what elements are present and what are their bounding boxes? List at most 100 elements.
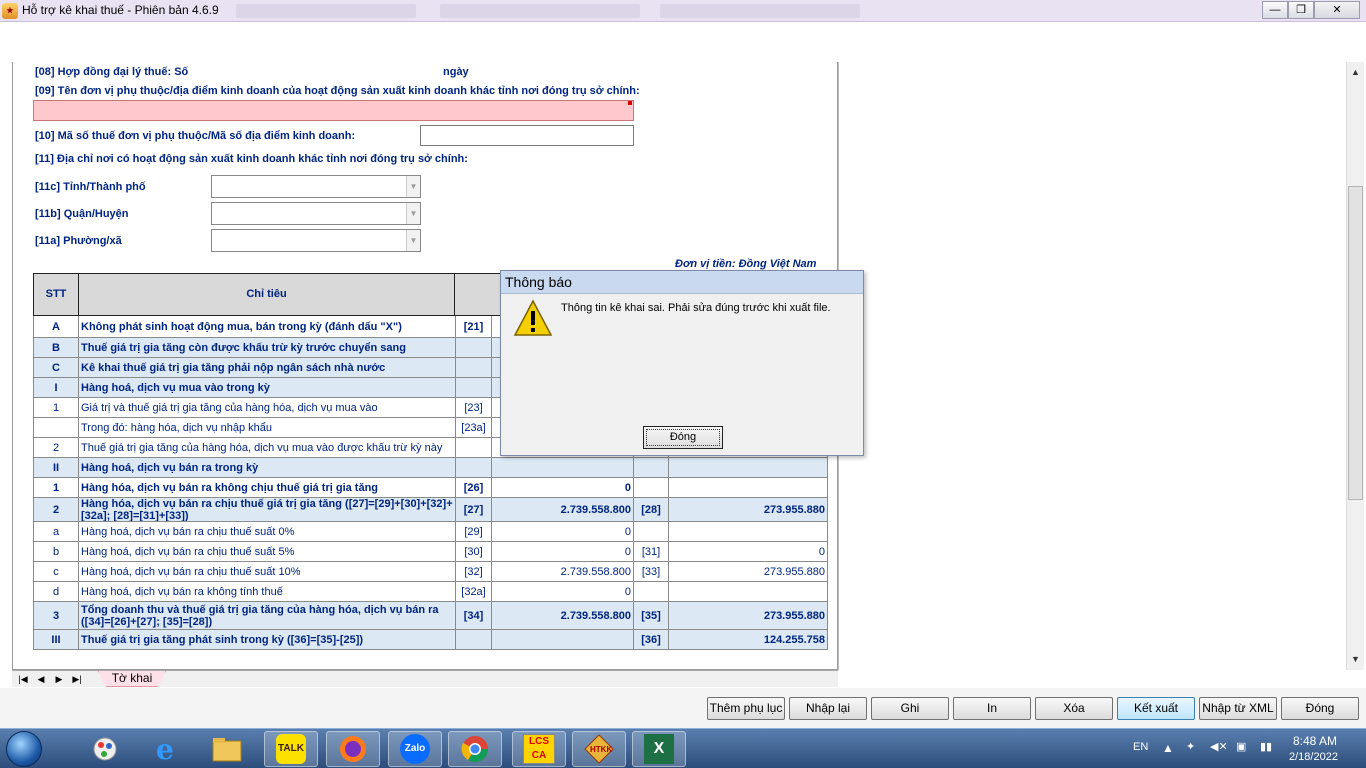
row-value-2[interactable] bbox=[669, 478, 828, 497]
row-value[interactable]: 0 bbox=[492, 582, 634, 601]
minimize-button[interactable]: — bbox=[1262, 1, 1288, 19]
scrollbar-thumb[interactable] bbox=[1348, 186, 1363, 500]
vertical-scrollbar[interactable]: ▲ ▼ bbox=[1346, 62, 1364, 670]
row-code bbox=[456, 458, 492, 477]
row-label: Thuế giá trị gia tăng của hàng hóa, dịch… bbox=[79, 438, 456, 457]
row-label: Tổng doanh thu và thuế giá trị gia tăng … bbox=[79, 602, 456, 629]
export-button[interactable]: Kết xuất bbox=[1117, 697, 1195, 720]
table-row: 1 Hàng hóa, dịch vụ bán ra không chịu thu… bbox=[33, 478, 828, 498]
row-value[interactable]: 0 bbox=[492, 522, 634, 541]
volume-muted-icon[interactable]: ◀✕ bbox=[1210, 740, 1228, 753]
close-form-button[interactable]: Đóng bbox=[1281, 697, 1359, 720]
row-value[interactable]: 2.739.558.800 bbox=[492, 498, 634, 521]
row-stt: A bbox=[33, 316, 79, 337]
paint-icon[interactable] bbox=[78, 731, 132, 767]
scroll-down-icon[interactable]: ▼ bbox=[1347, 651, 1364, 668]
row-code: [32] bbox=[456, 562, 492, 581]
address-label: [11] Địa chỉ nơi có hoạt động sản xuất k… bbox=[35, 153, 468, 165]
branch-name-input[interactable] bbox=[33, 100, 634, 121]
language-indicator[interactable]: EN bbox=[1133, 741, 1148, 753]
chevron-down-icon[interactable]: ▼ bbox=[406, 176, 420, 197]
row-code: [23] bbox=[456, 398, 492, 417]
dialog-close-button[interactable]: Đóng bbox=[643, 426, 723, 449]
row-value-2[interactable]: 273.955.880 bbox=[669, 498, 828, 521]
print-button[interactable]: In bbox=[953, 697, 1031, 720]
row-stt: 3 bbox=[33, 602, 79, 629]
delete-button[interactable]: Xóa bbox=[1035, 697, 1113, 720]
clock-date[interactable]: 2/18/2022 bbox=[1289, 751, 1338, 763]
branch-tax-id-input[interactable] bbox=[420, 125, 634, 146]
scroll-up-icon[interactable]: ▲ bbox=[1347, 64, 1364, 81]
file-explorer-icon[interactable] bbox=[200, 731, 254, 767]
row-value-2[interactable]: 124.255.758 bbox=[669, 630, 828, 649]
row-value-2[interactable]: 273.955.880 bbox=[669, 562, 828, 581]
kakaotalk-icon[interactable]: TALK bbox=[264, 731, 318, 767]
app-icon: ★ bbox=[2, 3, 18, 19]
row-label: Hàng hoá, dịch vụ bán ra chịu thuế suất … bbox=[79, 522, 456, 541]
province-select[interactable]: ▼ bbox=[211, 175, 421, 198]
chevron-down-icon[interactable]: ▼ bbox=[406, 230, 420, 251]
clock-time[interactable]: 8:48 AM bbox=[1293, 734, 1337, 748]
htkk-icon[interactable]: HTKK bbox=[572, 731, 626, 767]
row-value[interactable] bbox=[492, 630, 634, 649]
lcs-ca-icon[interactable]: LCS CA bbox=[512, 731, 566, 767]
chevron-down-icon[interactable]: ▼ bbox=[406, 203, 420, 224]
save-button[interactable]: Ghi bbox=[871, 697, 949, 720]
row-stt bbox=[33, 418, 79, 437]
ward-select[interactable]: ▼ bbox=[211, 229, 421, 252]
chrome-icon[interactable] bbox=[448, 731, 502, 767]
close-window-button[interactable]: ✕ bbox=[1314, 1, 1360, 19]
row-code-2: [36] bbox=[634, 630, 669, 649]
row-code-2: [28] bbox=[634, 498, 669, 521]
row-stt: 1 bbox=[33, 478, 79, 497]
prev-sheet-icon[interactable]: ◀ bbox=[34, 672, 48, 686]
row-stt: I bbox=[33, 378, 79, 397]
device-icon[interactable]: ▣ bbox=[1236, 740, 1246, 753]
dialog-title: Thông báo bbox=[501, 271, 863, 294]
maximize-button[interactable]: ❐ bbox=[1288, 1, 1314, 19]
row-value-2[interactable] bbox=[669, 582, 828, 601]
tray-expand-icon[interactable]: ▲ bbox=[1162, 741, 1174, 755]
row-value[interactable]: 2.739.558.800 bbox=[492, 562, 634, 581]
row-value-2[interactable] bbox=[669, 522, 828, 541]
row-label: Hàng hoá, dịch vụ bán ra chịu thuế suất … bbox=[79, 562, 456, 581]
notification-dialog: Thông báo Thông tin kê khai sai. Phải sử… bbox=[500, 270, 864, 456]
table-row: 3 Tổng doanh thu và thuế giá trị gia tăng… bbox=[33, 602, 828, 630]
row-value[interactable]: 2.739.558.800 bbox=[492, 602, 634, 629]
row-value[interactable] bbox=[492, 458, 634, 477]
row-label: Hàng hóa, dịch vụ bán ra không chịu thuế… bbox=[79, 478, 456, 497]
column-header-indicator: Chỉ tiêu bbox=[78, 273, 455, 316]
row-stt: 2 bbox=[33, 498, 79, 521]
row-label: Không phát sinh hoạt động mua, bán trong… bbox=[79, 316, 456, 337]
district-select[interactable]: ▼ bbox=[211, 202, 421, 225]
row-stt: d bbox=[33, 582, 79, 601]
right-blank-pane bbox=[838, 62, 1346, 670]
background-tab-ghost bbox=[236, 4, 416, 18]
row-value-2[interactable]: 273.955.880 bbox=[669, 602, 828, 629]
first-sheet-icon[interactable]: |◀ bbox=[16, 672, 30, 686]
row-value[interactable]: 0 bbox=[492, 542, 634, 561]
start-button[interactable] bbox=[6, 731, 42, 767]
row-value[interactable]: 0 bbox=[492, 478, 634, 497]
firefox-icon[interactable] bbox=[326, 731, 380, 767]
next-sheet-icon[interactable]: ▶ bbox=[52, 672, 66, 686]
sheet-tab-to-khai[interactable]: Tờ khai bbox=[98, 671, 166, 687]
network-icon[interactable]: ▮▮ bbox=[1260, 740, 1272, 753]
dropbox-icon[interactable]: ✦ bbox=[1186, 740, 1195, 753]
add-appendix-button[interactable]: Thêm phụ lục bbox=[707, 697, 785, 720]
row-value-2[interactable] bbox=[669, 458, 828, 477]
last-sheet-icon[interactable]: ▶| bbox=[70, 672, 84, 686]
internet-explorer-icon[interactable]: e bbox=[140, 731, 194, 767]
zalo-icon[interactable]: Zalo bbox=[388, 731, 442, 767]
row-value-2[interactable]: 0 bbox=[669, 542, 828, 561]
row-label: Kê khai thuế giá trị gia tăng phải nộp n… bbox=[79, 358, 456, 377]
row-code: [23a] bbox=[456, 418, 492, 437]
reset-button[interactable]: Nhập lại bbox=[789, 697, 867, 720]
import-xml-button[interactable]: Nhập từ XML bbox=[1199, 697, 1277, 720]
province-label: [11c] Tỉnh/Thành phố bbox=[35, 181, 146, 193]
row-code-2: [35] bbox=[634, 602, 669, 629]
row-stt: a bbox=[33, 522, 79, 541]
excel-icon[interactable]: X bbox=[632, 731, 686, 767]
row-code bbox=[456, 438, 492, 457]
table-row: b Hàng hoá, dịch vụ bán ra chịu thuế suất… bbox=[33, 542, 828, 562]
